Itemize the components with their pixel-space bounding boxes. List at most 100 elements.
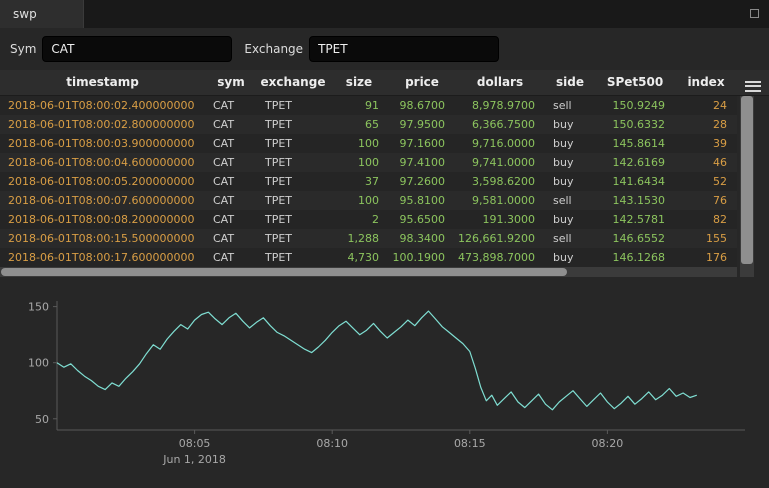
cell-size: 65 xyxy=(329,115,389,134)
column-header-dollars[interactable]: dollars xyxy=(455,70,545,95)
cell-side: buy xyxy=(545,153,595,172)
column-header-size[interactable]: size xyxy=(329,70,389,95)
cell-spet500: 146.1268 xyxy=(595,248,675,267)
cell-price: 97.1600 xyxy=(389,134,455,153)
table-header: timestampsymexchangesizepricedollarsside… xyxy=(0,70,769,96)
table-row[interactable]: 2018-06-01T08:00:05.200000000CATTPET3797… xyxy=(0,172,737,191)
x-tick-label: 08:20 xyxy=(592,437,624,450)
cell-sym: CAT xyxy=(205,248,257,267)
cell-sym: CAT xyxy=(205,153,257,172)
column-header-side[interactable]: side xyxy=(545,70,595,95)
cell-timestamp: 2018-06-01T08:00:07.600000000 xyxy=(0,191,205,210)
cell-timestamp: 2018-06-01T08:00:03.900000000 xyxy=(0,134,205,153)
cell-price: 98.6700 xyxy=(389,96,455,115)
cell-timestamp: 2018-06-01T08:00:04.600000000 xyxy=(0,153,205,172)
cell-size: 100 xyxy=(329,134,389,153)
x-tick-label: 08:10 xyxy=(316,437,348,450)
v-scrollbar-thumb[interactable] xyxy=(741,96,753,264)
cell-index: 82 xyxy=(675,210,737,229)
cell-dollars: 191.3000 xyxy=(455,210,545,229)
table-row[interactable]: 2018-06-01T08:00:15.500000000CATTPET1,28… xyxy=(0,229,737,248)
cell-exchange: TPET xyxy=(257,210,329,229)
cell-side: buy xyxy=(545,248,595,267)
column-header-timestamp[interactable]: timestamp xyxy=(0,70,205,95)
cell-dollars: 9,581.0000 xyxy=(455,191,545,210)
cell-size: 91 xyxy=(329,96,389,115)
y-tick-label: 50 xyxy=(35,413,49,426)
chart-section: 5010015008:0508:1008:1508:20Jun 1, 2018 xyxy=(0,293,769,477)
cell-price: 97.2600 xyxy=(389,172,455,191)
column-header-spet500[interactable]: SPet500 xyxy=(595,70,675,95)
table-row[interactable]: 2018-06-01T08:00:02.400000000CATTPET9198… xyxy=(0,96,737,115)
cell-size: 37 xyxy=(329,172,389,191)
cell-exchange: TPET xyxy=(257,191,329,210)
cell-index: 76 xyxy=(675,191,737,210)
cell-exchange: TPET xyxy=(257,153,329,172)
cell-price: 95.6500 xyxy=(389,210,455,229)
title-bar: swp xyxy=(0,0,769,28)
cell-exchange: TPET xyxy=(257,248,329,267)
column-header-index[interactable]: index xyxy=(675,70,737,95)
cell-price: 98.3400 xyxy=(389,229,455,248)
cell-size: 1,288 xyxy=(329,229,389,248)
cell-sym: CAT xyxy=(205,191,257,210)
cell-timestamp: 2018-06-01T08:00:02.400000000 xyxy=(0,96,205,115)
cell-dollars: 126,661.9200 xyxy=(455,229,545,248)
table-row[interactable]: 2018-06-01T08:00:04.600000000CATTPET1009… xyxy=(0,153,737,172)
v-scrollbar[interactable] xyxy=(740,96,754,277)
cell-exchange: TPET xyxy=(257,172,329,191)
cell-sym: CAT xyxy=(205,172,257,191)
table-row[interactable]: 2018-06-01T08:00:02.800000000CATTPET6597… xyxy=(0,115,737,134)
h-scrollbar[interactable] xyxy=(0,267,737,277)
cell-dollars: 8,978.9700 xyxy=(455,96,545,115)
date-label: Jun 1, 2018 xyxy=(162,453,226,466)
exchange-input[interactable] xyxy=(309,36,499,62)
cell-spet500: 143.1530 xyxy=(595,191,675,210)
x-tick-label: 08:05 xyxy=(179,437,211,450)
cell-price: 100.1900 xyxy=(389,248,455,267)
cell-dollars: 9,716.0000 xyxy=(455,134,545,153)
cell-size: 100 xyxy=(329,191,389,210)
column-header-price[interactable]: price xyxy=(389,70,455,95)
cell-spet500: 142.6169 xyxy=(595,153,675,172)
sym-input[interactable] xyxy=(42,36,232,62)
table-row[interactable]: 2018-06-01T08:00:08.200000000CATTPET295.… xyxy=(0,210,737,229)
column-header-sym[interactable]: sym xyxy=(205,70,257,95)
cell-size: 4,730 xyxy=(329,248,389,267)
table-row[interactable]: 2018-06-01T08:00:03.900000000CATTPET1009… xyxy=(0,134,737,153)
cell-timestamp: 2018-06-01T08:00:02.800000000 xyxy=(0,115,205,134)
x-tick-label: 08:15 xyxy=(454,437,486,450)
maximize-icon[interactable] xyxy=(750,9,759,18)
cell-index: 39 xyxy=(675,134,737,153)
cell-side: sell xyxy=(545,229,595,248)
hamburger-icon xyxy=(745,81,761,92)
cell-index: 28 xyxy=(675,115,737,134)
menu-button[interactable] xyxy=(737,70,769,96)
cell-index: 176 xyxy=(675,248,737,267)
cell-exchange: TPET xyxy=(257,229,329,248)
cell-dollars: 6,366.7500 xyxy=(455,115,545,134)
data-table: timestampsymexchangesizepricedollarsside… xyxy=(0,70,769,277)
cell-side: sell xyxy=(545,96,595,115)
sym-label: Sym xyxy=(10,42,36,56)
cell-sym: CAT xyxy=(205,210,257,229)
cell-dollars: 3,598.6200 xyxy=(455,172,545,191)
cell-spet500: 150.9249 xyxy=(595,96,675,115)
cell-exchange: TPET xyxy=(257,134,329,153)
table-row[interactable]: 2018-06-01T08:00:17.600000000CATTPET4,73… xyxy=(0,248,737,267)
cell-sym: CAT xyxy=(205,134,257,153)
price-chart[interactable]: 5010015008:0508:1008:1508:20Jun 1, 2018 xyxy=(0,293,769,473)
cell-index: 46 xyxy=(675,153,737,172)
cell-side: sell xyxy=(545,191,595,210)
form-row: Sym Exchange xyxy=(0,28,769,70)
column-header-exchange[interactable]: exchange xyxy=(257,70,329,95)
cell-sym: CAT xyxy=(205,115,257,134)
window-tab-swp[interactable]: swp xyxy=(0,0,84,28)
cell-exchange: TPET xyxy=(257,96,329,115)
h-scrollbar-thumb[interactable] xyxy=(1,268,567,276)
cell-side: buy xyxy=(545,210,595,229)
cell-timestamp: 2018-06-01T08:00:05.200000000 xyxy=(0,172,205,191)
cell-spet500: 141.6434 xyxy=(595,172,675,191)
table-row[interactable]: 2018-06-01T08:00:07.600000000CATTPET100 9… xyxy=(0,191,737,210)
cell-spet500: 146.6552 xyxy=(595,229,675,248)
